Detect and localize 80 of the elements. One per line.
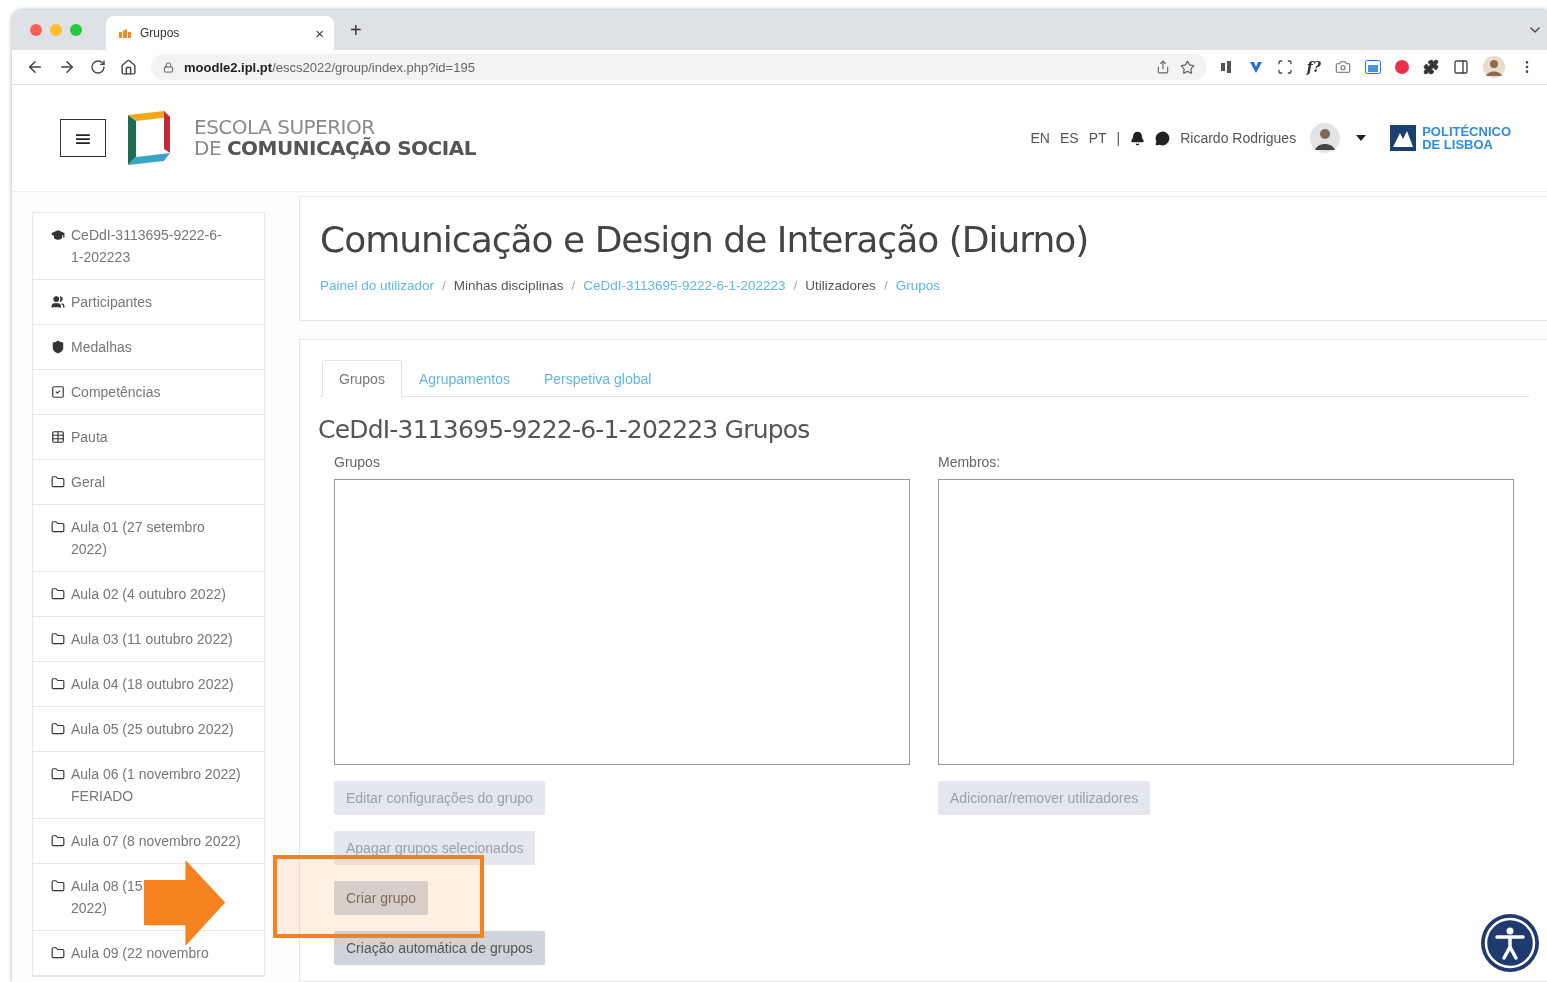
- address-bar[interactable]: moodle2.ipl.pt/escs2022/group/index.php?id=195: [151, 54, 1207, 80]
- round-extension-icon[interactable]: [1395, 60, 1409, 74]
- reload-icon[interactable]: [90, 59, 106, 75]
- caret-icon[interactable]: [1356, 135, 1367, 141]
- folder-icon: [51, 587, 65, 601]
- groups-list-field[interactable]: [334, 479, 910, 765]
- section-heading: CeDdI-3113695-9222-6-1-202223 Grupos: [318, 415, 811, 444]
- breadcrumb-separator: /: [793, 278, 798, 293]
- user-name[interactable]: Ricardo Rodrigues: [1180, 130, 1297, 146]
- page-title: Comunicação e Design de Interação (Diurno): [320, 219, 1090, 260]
- separator-text: |: [1116, 130, 1121, 146]
- partner-name: POLITÉCNICO: [1422, 125, 1511, 138]
- v-extension-icon[interactable]: [1248, 60, 1263, 74]
- sidebar-item[interactable]: Geral: [33, 460, 264, 505]
- folder-icon: [51, 767, 65, 781]
- checkbox-icon: [51, 385, 65, 399]
- extensions-icon[interactable]: [1423, 59, 1439, 75]
- language-link[interactable]: PT: [1088, 130, 1107, 146]
- new-tab-button[interactable]: +: [350, 20, 362, 40]
- folder-icon: [51, 834, 65, 848]
- field-label: Membros:: [938, 454, 1001, 470]
- breadcrumb-item[interactable]: Utilizadores: [805, 278, 876, 293]
- window-extension-icon[interactable]: [1365, 60, 1381, 74]
- notifications-icon[interactable]: [1130, 130, 1146, 146]
- graduation-cap-icon: [51, 228, 65, 242]
- screenshot-extension-icon[interactable]: [1276, 59, 1293, 75]
- formula-extension-icon[interactable]: f?: [1306, 59, 1321, 75]
- tab[interactable]: Grupos: [322, 360, 402, 397]
- language-link[interactable]: EN: [1030, 130, 1050, 146]
- sidebar-item[interactable]: Medalhas: [33, 325, 264, 370]
- sidebar-item[interactable]: Aula 03 (11 outubro 2022): [33, 617, 264, 662]
- site-icon: [118, 27, 132, 39]
- profile-icon[interactable]: [1483, 56, 1505, 78]
- close-tab-icon[interactable]: ×: [315, 25, 324, 41]
- sidebar-item[interactable]: Competências: [33, 370, 264, 415]
- folder-icon: [51, 946, 65, 960]
- share-icon[interactable]: [1155, 60, 1170, 74]
- action-button[interactable]: Criação automática de grupos: [334, 931, 545, 965]
- sidebar-item[interactable]: Aula 05 (25 outubro 2022): [33, 707, 264, 752]
- browser-tab[interactable]: Grupos ×: [106, 16, 334, 50]
- forward-icon[interactable]: [58, 58, 76, 76]
- back-icon[interactable]: [26, 58, 44, 76]
- breadcrumb-separator: /: [442, 278, 446, 293]
- side-panel-icon[interactable]: [1453, 59, 1469, 75]
- politecnico-logo-icon: [1390, 125, 1417, 151]
- school-name: DE COMUNICAÇÃO SOCIAL: [194, 138, 476, 159]
- breadcrumb-separator: /: [571, 278, 576, 293]
- folder-icon: [51, 475, 65, 489]
- sidebar-item[interactable]: Aula 02 (4 outubro 2022): [33, 572, 264, 617]
- user-avatar[interactable]: [1310, 123, 1341, 153]
- folder-icon: [51, 879, 65, 893]
- sidebar-item[interactable]: Aula 06 (1 novembro 2022) FERIADO: [33, 752, 264, 819]
- folder-icon: [51, 722, 65, 736]
- menu-button[interactable]: ≡: [60, 119, 106, 157]
- sidebar-item[interactable]: CeDdI-3113695-9222-6- 1-202223: [33, 213, 264, 280]
- lock-icon: [163, 61, 174, 73]
- partner-name: DE LISBOA: [1422, 138, 1494, 151]
- home-icon[interactable]: [120, 58, 137, 76]
- sidebar-item[interactable]: Pauta: [33, 415, 264, 460]
- sidebar-item[interactable]: Aula 01 (27 setembro 2022): [33, 505, 264, 572]
- folder-icon: [51, 632, 65, 646]
- camera-icon[interactable]: [1335, 59, 1351, 75]
- messages-icon[interactable]: [1155, 130, 1171, 146]
- accessibility-icon: [1480, 913, 1540, 973]
- table-icon: [51, 430, 65, 444]
- sidebar-item[interactable]: Participantes: [33, 280, 264, 325]
- sidebar-item[interactable]: Aula 07 (8 novembro 2022): [33, 819, 264, 864]
- shield-icon: [51, 340, 65, 354]
- bookmark-icon[interactable]: [1179, 59, 1195, 75]
- users-icon: [51, 295, 65, 309]
- breadcrumb-item[interactable]: Minhas disciplinas: [453, 278, 564, 293]
- folder-icon: [51, 520, 65, 534]
- breadcrumb-separator: /: [883, 278, 888, 293]
- language-link[interactable]: ES: [1060, 130, 1079, 146]
- school-name: ESCOLA SUPERIOR: [194, 117, 375, 138]
- members-list-field[interactable]: [938, 479, 1514, 765]
- field-label: Grupos: [334, 454, 380, 470]
- action-button[interactable]: Criar grupo: [334, 881, 429, 915]
- sidebar-item[interactable]: Aula 04 (18 outubro 2022): [33, 662, 264, 707]
- folder-icon: [51, 677, 65, 691]
